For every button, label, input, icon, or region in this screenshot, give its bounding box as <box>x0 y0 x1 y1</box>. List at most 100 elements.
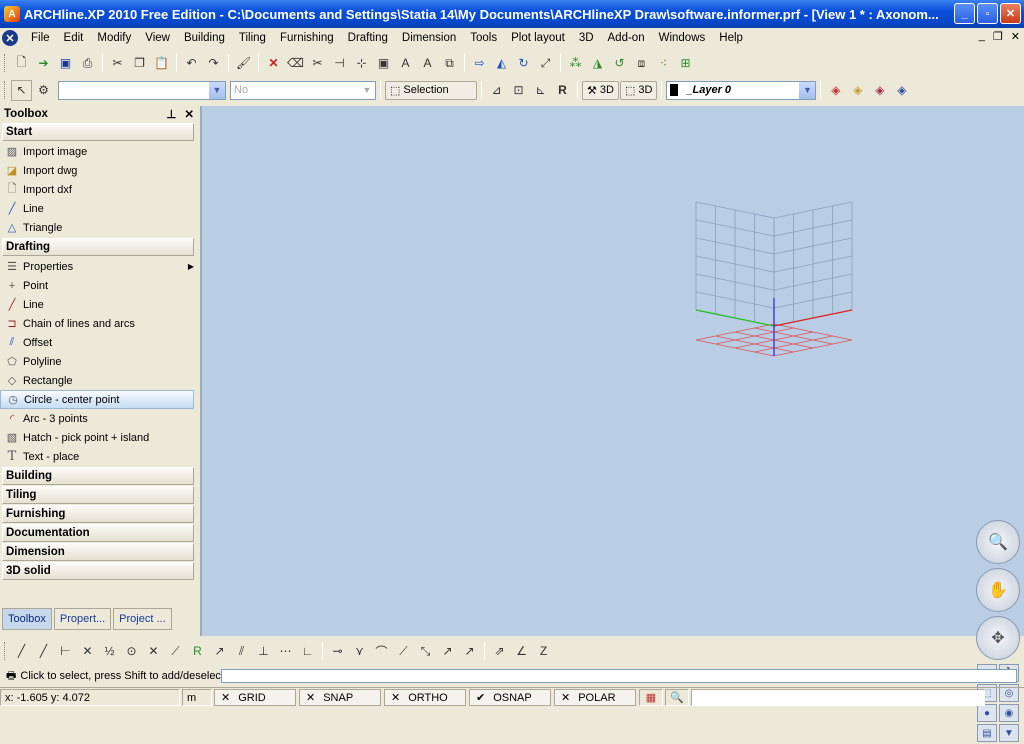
menu-edit[interactable]: Edit <box>57 32 91 44</box>
tool-text[interactable]: T Text - place <box>0 447 194 466</box>
app-icon[interactable]: A <box>4 6 20 22</box>
osnap-toggle[interactable]: ✔ OSNAP <box>469 689 551 706</box>
filter-combo[interactable]: No ▼ <box>230 80 376 100</box>
tool-circle-center[interactable]: ◷ Circle - center point <box>0 390 194 409</box>
view-plan-icon[interactable]: ⊿ <box>486 80 507 101</box>
tool-import-dwg[interactable]: ◪ Import dwg <box>0 161 194 180</box>
redo-icon[interactable]: ↷ <box>203 53 224 74</box>
trim-icon[interactable]: ✂ <box>307 53 328 74</box>
stretch-icon[interactable]: ⧈ <box>631 53 652 74</box>
zoom-window-icon[interactable]: ▣ <box>373 53 394 74</box>
pan-hand-icon[interactable]: ✋ <box>976 568 1020 612</box>
open-icon[interactable]: ➔ <box>33 53 54 74</box>
chevron-down-icon[interactable]: ▼ <box>799 81 816 99</box>
toolbar-grip[interactable] <box>4 81 7 99</box>
title-bar[interactable]: A ARCHline.XP 2010 Free Edition - C:\Doc… <box>0 0 1024 28</box>
paste-icon[interactable]: 📋 <box>151 53 172 74</box>
construct-arc-icon[interactable]: ⌒ <box>371 641 392 662</box>
3d-render-button[interactable]: ⚒ 3D <box>582 80 619 100</box>
toolbar-grip[interactable] <box>4 54 7 72</box>
tool-chain[interactable]: ⊐ Chain of lines and arcs <box>0 314 194 333</box>
zoom-wheel-icon[interactable]: 🔍 <box>976 520 1020 564</box>
menu-drafting[interactable]: Drafting <box>341 32 395 44</box>
layer-view-icon[interactable]: ◈ <box>891 80 912 101</box>
menu-tiling[interactable]: Tiling <box>232 32 273 44</box>
calculator-icon[interactable]: ▦ <box>639 689 663 706</box>
snap-midpoint-icon[interactable]: ⊢ <box>55 641 76 662</box>
snap-endpoint-icon[interactable]: ╱ <box>11 641 32 662</box>
snap-parallel-icon[interactable]: ↗ <box>209 641 230 662</box>
snap-angle-icon[interactable]: ∟ <box>297 641 318 662</box>
menu-modify[interactable]: Modify <box>90 32 138 44</box>
mdi-minimize-button[interactable]: _ <box>979 30 985 43</box>
menu-dimension[interactable]: Dimension <box>395 32 463 44</box>
menu-3d[interactable]: 3D <box>572 32 601 44</box>
copy-array-icon[interactable]: ⁂ <box>565 53 586 74</box>
snap-reference-icon[interactable]: R <box>187 641 208 662</box>
maximize-button[interactable]: ▫ <box>977 3 998 24</box>
rotate-icon[interactable]: ↻ <box>513 53 534 74</box>
command-input[interactable] <box>221 669 1017 683</box>
explode-icon[interactable]: ⧉ <box>439 53 460 74</box>
layer-manager-icon[interactable]: ◈ <box>825 80 846 101</box>
section-dimension[interactable]: Dimension <box>2 543 194 561</box>
snap-nearest-icon[interactable]: ╱ <box>33 641 54 662</box>
layer-stack-icon[interactable]: ◈ <box>847 80 868 101</box>
grid-toggle[interactable]: ✕ GRID <box>214 689 296 706</box>
move-icon[interactable]: ⇨ <box>469 53 490 74</box>
pin-icon[interactable]: ⊥ <box>166 107 176 121</box>
delete-icon[interactable]: ✕ <box>263 53 284 74</box>
menu-view[interactable]: View <box>138 32 177 44</box>
tool-arc-3points[interactable]: ◜ Arc - 3 points <box>0 409 194 428</box>
close-button[interactable]: ✕ <box>1000 3 1021 24</box>
orbit-compass-icon[interactable]: ✥ <box>976 616 1020 660</box>
undo-icon[interactable]: ↶ <box>181 53 202 74</box>
section-3d-solid[interactable]: 3D solid <box>2 562 194 580</box>
menu-building[interactable]: Building <box>177 32 232 44</box>
section-building[interactable]: Building <box>2 467 194 485</box>
selection-mode-button[interactable]: ⬚ Selection <box>385 80 477 100</box>
3d-view-button[interactable]: ⬚ 3D <box>619 80 658 100</box>
z-coordinate-icon[interactable]: Z <box>533 641 554 662</box>
chevron-down-icon[interactable]: ▼ <box>209 81 225 99</box>
layout-icon[interactable]: ▤ <box>977 724 997 742</box>
multi-copy-icon[interactable]: ⁖ <box>653 53 674 74</box>
construct-line-icon[interactable]: ⊸ <box>327 641 348 662</box>
style-combo[interactable]: ▼ <box>58 80 226 100</box>
grid-array-icon[interactable]: ⊞ <box>675 53 696 74</box>
view-elevation-icon[interactable]: ⊡ <box>508 80 529 101</box>
mdi-restore-button[interactable]: ❐ <box>993 30 1003 43</box>
snap-toggle[interactable]: ✕ SNAP <box>299 689 381 706</box>
snap-parallel2-icon[interactable]: ⫽ <box>231 641 252 662</box>
toolbar-grip[interactable] <box>4 642 7 660</box>
nav-menu-chevron-icon[interactable]: ▼ <box>999 724 1019 742</box>
menu-file[interactable]: File <box>24 32 57 44</box>
select-arrow-icon[interactable]: ↖ <box>11 79 32 101</box>
tool-polyline[interactable]: ⬠ Polyline <box>0 352 194 371</box>
menu-plot-layout[interactable]: Plot layout <box>504 32 572 44</box>
document-icon[interactable]: ✕ <box>2 30 18 46</box>
snap-perpendicular-icon[interactable]: ⊥ <box>253 641 274 662</box>
layer-combo[interactable]: _Layer 0 ▼ <box>666 80 817 100</box>
construct-radius-icon[interactable]: ↗ <box>437 641 458 662</box>
tool-line[interactable]: ╱ Line <box>0 295 194 314</box>
menu-furnishing[interactable]: Furnishing <box>273 32 341 44</box>
tool-line-start[interactable]: ╱ Line <box>0 199 194 218</box>
snap-cross-icon[interactable]: ✕ <box>143 641 164 662</box>
magnifier-icon[interactable]: 🔍 <box>665 689 689 706</box>
tool-triangle[interactable]: △ Triangle <box>0 218 194 237</box>
relative-coordinate-icon[interactable]: ⇗ <box>489 641 510 662</box>
tab-project[interactable]: Project ... <box>113 608 172 630</box>
text-replace-icon[interactable]: A <box>417 53 438 74</box>
text-edit-icon[interactable]: A <box>395 53 416 74</box>
render-icon[interactable]: R <box>552 80 573 101</box>
tool-import-dxf[interactable]: 🗋 Import dxf <box>0 180 194 199</box>
unit-indicator[interactable]: m <box>182 689 212 706</box>
minimize-button[interactable]: _ <box>954 3 975 24</box>
layer-properties-icon[interactable]: ◈ <box>869 80 890 101</box>
scale-icon[interactable]: ⤢ <box>535 53 556 74</box>
tool-import-image[interactable]: ▨ Import image <box>0 142 194 161</box>
menu-help[interactable]: Help <box>712 32 750 44</box>
angle-lock-icon[interactable]: ∠ <box>511 641 532 662</box>
new-icon[interactable]: 🗋 <box>11 53 32 74</box>
